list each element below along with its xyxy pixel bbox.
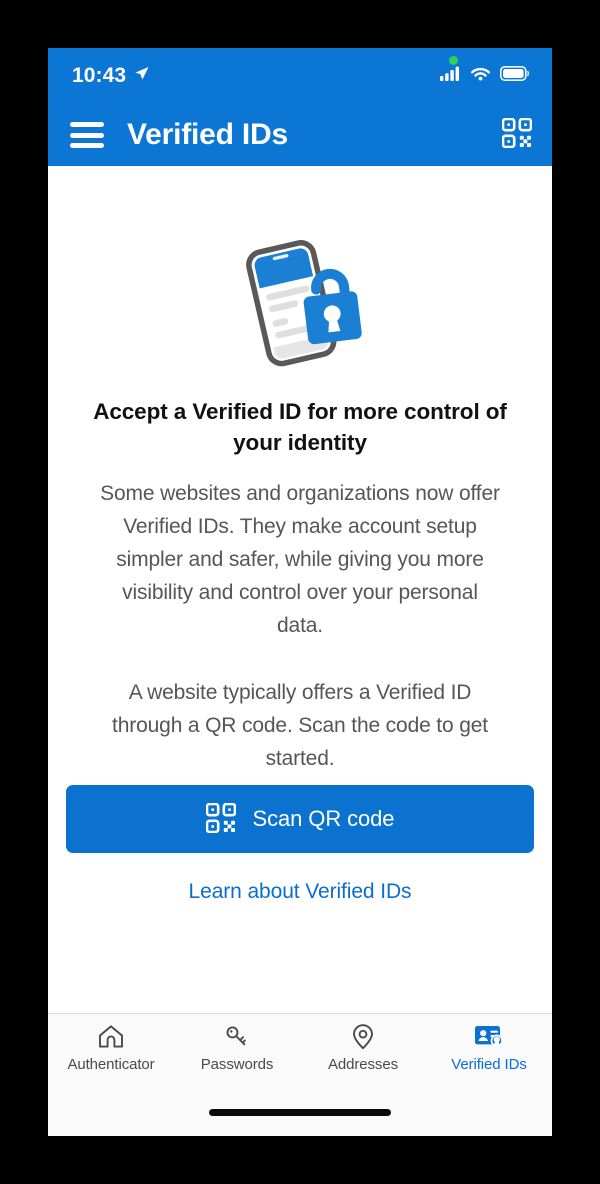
battery-full-icon: [500, 66, 530, 86]
tab-label-addresses: Addresses: [328, 1056, 398, 1073]
tab-label-passwords: Passwords: [200, 1056, 274, 1073]
location-arrow-icon: [133, 65, 150, 87]
page-title: Verified IDs: [127, 118, 289, 151]
status-bar-left: 10:43: [72, 64, 150, 88]
tab-label-authenticator: Authenticator: [67, 1056, 155, 1073]
tab-authenticator[interactable]: Authenticator: [48, 1023, 174, 1073]
status-time: 10:43: [72, 64, 127, 87]
app-header: Verified IDs: [48, 104, 552, 166]
main-content: Accept a Verified ID for more control of…: [48, 166, 552, 1013]
tab-addresses[interactable]: Addresses: [300, 1023, 426, 1073]
phone-screen: 10:43 Verified IDs Accept a Verified ID …: [48, 48, 552, 1136]
learn-about-verified-ids-link[interactable]: Learn about Verified IDs: [189, 880, 412, 904]
id-card-badge-icon: [474, 1023, 504, 1050]
status-bar-right: [440, 66, 530, 86]
home-indicator-area: [48, 1088, 552, 1136]
scan-qr-code-label: Scan QR code: [252, 806, 395, 831]
key-icon: [224, 1023, 250, 1050]
qr-code-icon: [205, 802, 236, 836]
home-indicator-bar[interactable]: [209, 1108, 391, 1116]
intro-paragraph-1: Some websites and organizations now offe…: [100, 482, 500, 637]
intro-paragraph-2: A website typically offers a Verified ID…: [112, 681, 488, 770]
cellular-signal-icon: [440, 66, 461, 86]
tab-label-verified-ids: Verified IDs: [451, 1056, 527, 1073]
page-headline: Accept a Verified ID for more control of…: [93, 399, 507, 455]
hamburger-menu-icon[interactable]: [70, 122, 104, 148]
qr-code-icon[interactable]: [501, 117, 533, 153]
phone-with-lock-illustration: [230, 232, 370, 372]
location-pin-icon: [351, 1023, 375, 1050]
scan-qr-code-button[interactable]: Scan QR code: [66, 785, 534, 853]
status-bar: 10:43: [48, 48, 552, 104]
wifi-icon: [470, 66, 491, 86]
home-icon: [98, 1023, 124, 1050]
tab-passwords[interactable]: Passwords: [174, 1023, 300, 1073]
privacy-indicator-dot: [449, 56, 458, 65]
tab-verified-ids[interactable]: Verified IDs: [426, 1023, 552, 1073]
bottom-tab-bar: Authenticator Passwords Addresses Verifi…: [48, 1013, 552, 1088]
